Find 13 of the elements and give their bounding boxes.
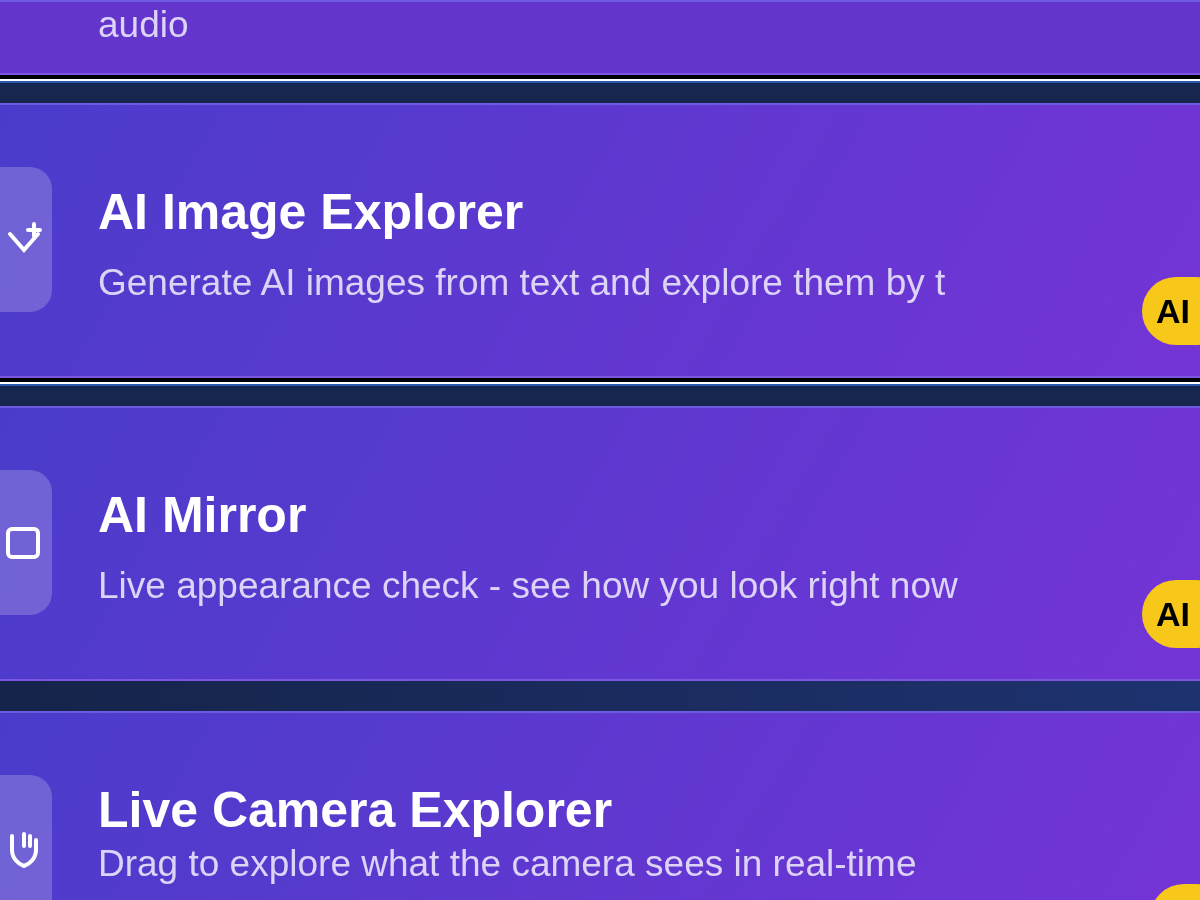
card-title: AI Mirror xyxy=(98,488,308,543)
card-description: audio xyxy=(98,4,189,47)
card-title: AI Image Explorer xyxy=(98,185,525,240)
card-background[interactable]: AI Image Explorer Generate AI images from text and explore them by t AI xyxy=(0,103,1200,378)
ai-badge: AI xyxy=(1142,580,1200,648)
card-title: Live Camera Explorer xyxy=(98,783,614,838)
card-description: Generate AI images from text and explore them by t xyxy=(98,262,946,304)
card-description: Drag to explore what the camera sees in real-time xyxy=(98,844,917,885)
card-background[interactable]: audio xyxy=(0,0,1200,75)
card-background[interactable]: Live Camera Explorer Drag to explore what the camera sees in real-time xyxy=(0,711,1200,900)
card-background[interactable]: AI Mirror Live appearance check - see how you look right now AI xyxy=(0,406,1200,681)
card-description: Live appearance check - see how you look right now xyxy=(98,565,958,607)
ai-badge: AI xyxy=(1142,277,1200,345)
